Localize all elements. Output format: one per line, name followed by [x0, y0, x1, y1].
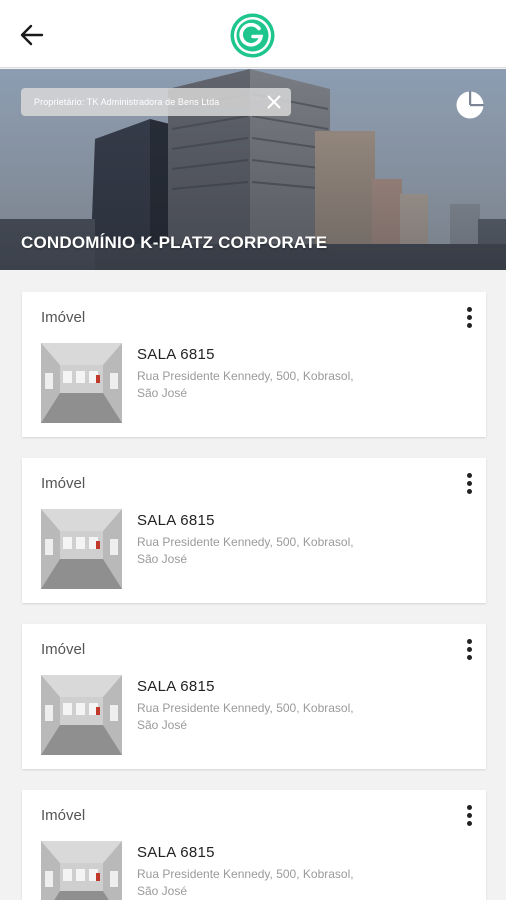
property-city: São José: [137, 884, 188, 898]
back-button[interactable]: [14, 18, 50, 52]
property-title: SALA 6815: [137, 512, 215, 529]
property-card[interactable]: Imóvel SALA 6815 Rua Presidente Kennedy,…: [22, 458, 486, 603]
property-thumbnail: [41, 841, 122, 900]
more-vert-icon[interactable]: [460, 802, 478, 828]
property-title: SALA 6815: [137, 844, 215, 861]
condominium-title: CONDOMÍNIO K-PLATZ CORPORATE: [21, 233, 328, 252]
property-type-label: Imóvel: [41, 641, 86, 658]
property-card[interactable]: Imóvel SALA 6815 Rua Presidente Kennedy,…: [22, 790, 486, 900]
property-address: Rua Presidente Kennedy, 500, Kobrasol,: [137, 701, 354, 715]
property-thumbnail: [41, 343, 122, 423]
more-vert-icon[interactable]: [460, 636, 478, 662]
property-address: Rua Presidente Kennedy, 500, Kobrasol,: [137, 535, 354, 549]
property-type-label: Imóvel: [41, 807, 86, 824]
g-logo-icon: [230, 13, 275, 58]
property-address: Rua Presidente Kennedy, 500, Kobrasol,: [137, 867, 354, 881]
property-card[interactable]: Imóvel SALA 6815 Rua Presidente Kennedy,…: [22, 624, 486, 769]
more-vert-icon[interactable]: [460, 470, 478, 496]
property-type-label: Imóvel: [41, 475, 86, 492]
property-city: São José: [137, 386, 188, 400]
property-type-label: Imóvel: [41, 309, 86, 326]
property-city: São José: [137, 552, 188, 566]
property-city: São José: [137, 718, 188, 732]
pie-chart-icon[interactable]: [455, 90, 485, 120]
close-icon[interactable]: [265, 93, 283, 111]
top-app-bar: [0, 0, 506, 68]
property-title: SALA 6815: [137, 346, 215, 363]
arrow-left-icon: [20, 24, 44, 46]
property-address: Rua Presidente Kennedy, 500, Kobrasol,: [137, 369, 354, 383]
owner-chip-label: Proprietário: TK Administradora de Bens …: [34, 97, 220, 107]
property-card[interactable]: Imóvel SALA 6815 Rua Presidente Kennedy,…: [22, 292, 486, 437]
more-vert-icon[interactable]: [460, 304, 478, 330]
property-thumbnail: [41, 509, 122, 589]
property-title: SALA 6815: [137, 678, 215, 695]
hero-banner: Proprietário: TK Administradora de Bens …: [0, 69, 506, 270]
property-thumbnail: [41, 675, 122, 755]
owner-chip[interactable]: Proprietário: TK Administradora de Bens …: [21, 88, 291, 116]
